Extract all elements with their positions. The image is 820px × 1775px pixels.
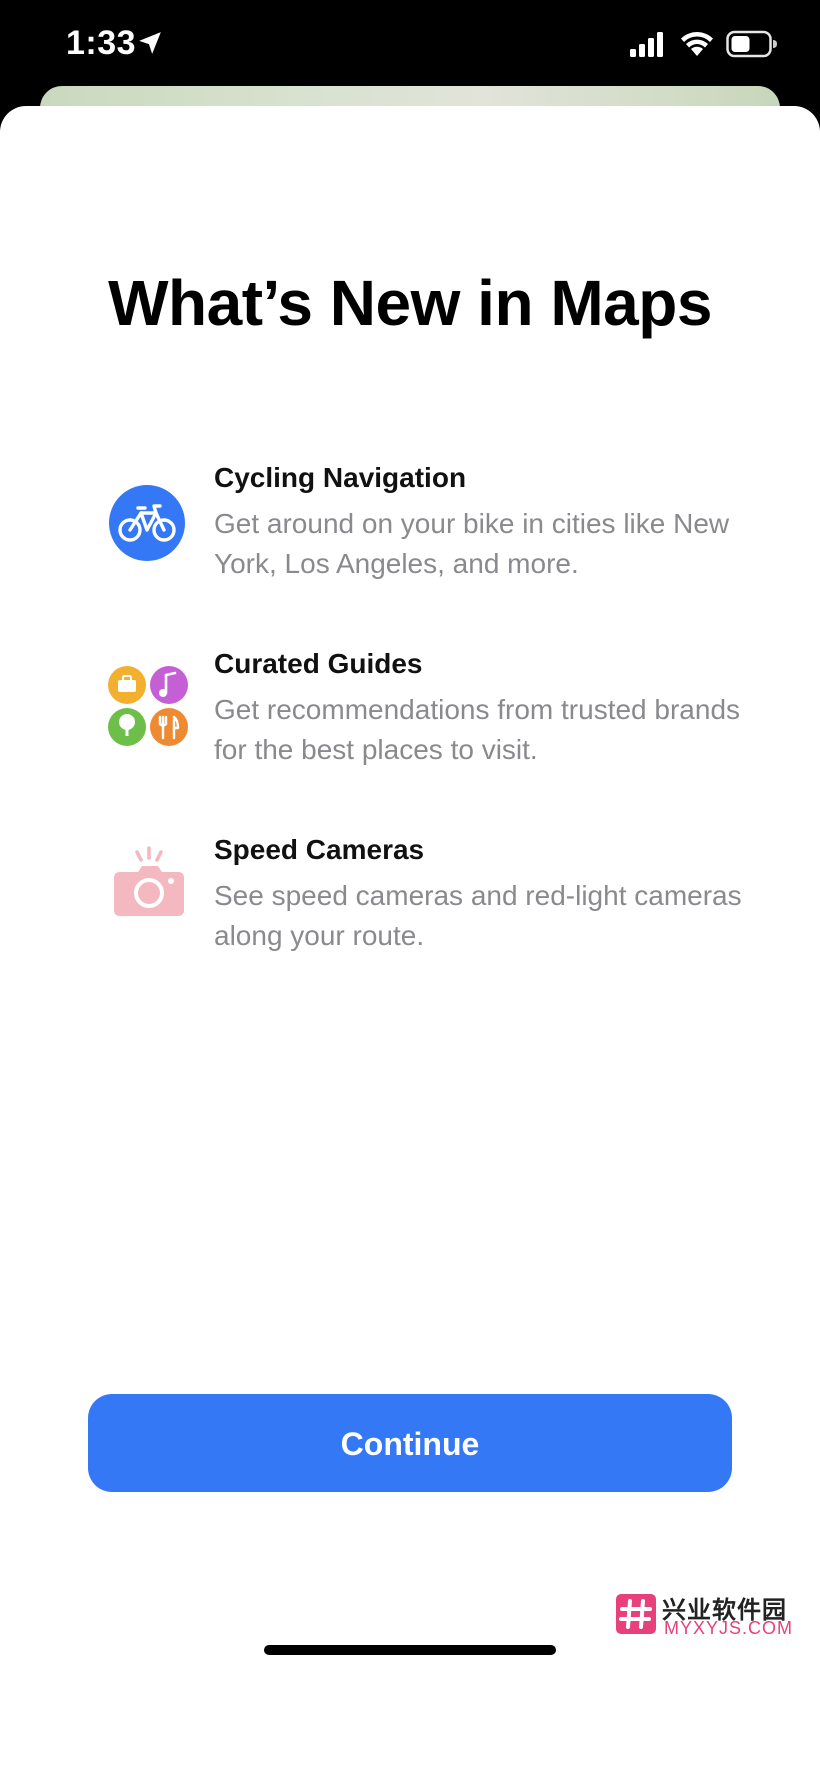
page-title: What’s New in Maps	[108, 267, 712, 339]
feature-title: Cycling Navigation	[214, 462, 467, 493]
status-bar: 1:33	[0, 0, 820, 92]
screen: 1:33 What’s New in Maps Cycling Navigati…	[0, 0, 820, 1775]
feature-description: Get around on your bike in cities like N…	[214, 508, 730, 579]
cellular-signal-icon	[630, 32, 663, 57]
continue-button[interactable]: Continue	[88, 1394, 732, 1492]
speed-camera-icon	[114, 846, 184, 916]
bicycle-icon	[109, 485, 185, 561]
whats-new-sheet: What’s New in Maps Cycling Navigation Ge…	[0, 106, 820, 1775]
feature-curated-guides: Curated Guides Get recommendations from …	[0, 648, 820, 778]
feature-title: Speed Cameras	[214, 834, 425, 865]
watermark-text-en: MYXYJS.COM	[664, 1618, 794, 1638]
guides-cluster-icon	[108, 666, 188, 746]
home-indicator[interactable]	[264, 1645, 556, 1655]
watermark-logo-icon	[616, 1594, 656, 1634]
location-arrow-icon	[139, 32, 161, 54]
feature-title: Curated Guides	[214, 648, 423, 679]
status-time: 1:33	[66, 24, 137, 62]
watermark: 兴业软件园 MYXYJS.COM	[616, 1588, 812, 1638]
feature-description: See speed cameras and red-light cameras …	[214, 880, 742, 951]
wifi-icon	[681, 32, 713, 56]
feature-description: Get recommendations from trusted brands …	[214, 694, 741, 765]
feature-speed-cameras: Speed Cameras See speed cameras and red-…	[0, 834, 820, 964]
battery-icon	[726, 30, 777, 58]
feature-cycling-navigation: Cycling Navigation Get around on your bi…	[0, 462, 820, 592]
